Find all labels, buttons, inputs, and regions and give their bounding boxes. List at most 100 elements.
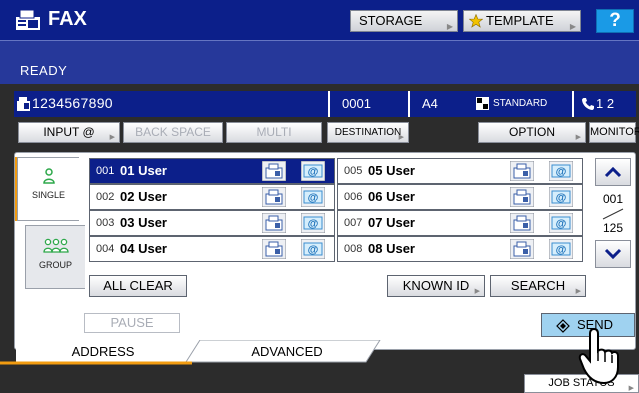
arrow-icon: ▶ <box>575 134 581 141</box>
phone-line-icon <box>582 98 594 110</box>
destination-count: 0001 <box>342 96 371 111</box>
chevron-down-icon <box>604 248 622 260</box>
all-clear-button[interactable]: ALL CLEAR <box>89 275 187 297</box>
arrow-icon: ▶ <box>446 22 453 31</box>
at-sign-icon: @ <box>300 238 326 260</box>
arrow-icon: ▶ <box>109 134 115 141</box>
svg-text:@: @ <box>556 218 567 230</box>
tab-single[interactable]: SINGLE <box>17 157 79 221</box>
backspace-button[interactable]: BACK SPACE <box>123 122 223 143</box>
top-bar: FAX STORAGE ▶ TEMPLATE ▶ ? <box>0 0 639 40</box>
option-label: OPTION <box>508 125 555 139</box>
divider <box>572 91 574 117</box>
user-name: 04 User <box>120 241 167 256</box>
page-total: 125 <box>602 221 624 235</box>
diamond-icon <box>556 319 570 333</box>
arrow-icon: ▶ <box>398 134 404 141</box>
tab-group[interactable]: GROUP <box>25 225 85 289</box>
at-sign-icon: @ <box>548 186 574 208</box>
group-people-icon <box>43 238 69 253</box>
user-entry-008[interactable]: 008 08 User <box>337 236 583 262</box>
divider <box>408 91 410 117</box>
user-entry-007[interactable]: 007 07 User <box>337 210 583 236</box>
arrow-icon: ▶ <box>575 288 581 295</box>
at-sign-icon: @ <box>300 160 326 182</box>
fax-machine-icon <box>261 212 287 234</box>
tab-group-label: GROUP <box>38 260 72 270</box>
tab-advanced[interactable]: ADVANCED <box>208 344 366 359</box>
user-entry-006[interactable]: 006 06 User <box>337 184 583 210</box>
option-button[interactable]: OPTION ▶ <box>478 122 586 143</box>
star-icon <box>469 14 483 28</box>
fax-machine-icon <box>509 160 535 182</box>
destination-label: DESTINATION <box>334 127 402 138</box>
user-name: 07 User <box>368 215 415 230</box>
fax-machine-icon <box>509 186 535 208</box>
status-bar: READY <box>0 40 639 84</box>
user-id: 007 <box>344 217 363 229</box>
fax-machine-icon <box>261 160 287 182</box>
user-id: 006 <box>344 191 363 203</box>
user-entry-002[interactable]: 002 02 User <box>89 184 335 210</box>
user-name: 06 User <box>368 189 415 204</box>
search-button[interactable]: SEARCH ▶ <box>490 275 586 297</box>
at-sign-icon: @ <box>300 186 326 208</box>
search-label: SEARCH <box>510 278 566 293</box>
multi-button[interactable]: MULTI <box>226 122 322 143</box>
fax-machine-icon <box>261 186 287 208</box>
known-id-button[interactable]: KNOWN ID ▶ <box>387 275 485 297</box>
scroll-up-button[interactable] <box>595 158 631 186</box>
user-name: 08 User <box>368 241 415 256</box>
at-sign-icon: @ <box>548 160 574 182</box>
help-button[interactable]: ? <box>596 9 634 33</box>
svg-text:@: @ <box>308 244 319 256</box>
destination-button[interactable]: DESTINATION ▶ <box>327 122 409 143</box>
fax-machine-icon <box>16 9 40 30</box>
fax-screen: FAX STORAGE ▶ TEMPLATE ▶ ? READY 1234567… <box>0 0 639 393</box>
status-text: READY <box>20 63 68 78</box>
user-name: 05 User <box>368 163 415 178</box>
user-entry-003[interactable]: 003 03 User <box>89 210 335 236</box>
fax-machine-icon <box>509 212 535 234</box>
user-entry-005[interactable]: 005 05 User <box>337 158 583 184</box>
monitor-button[interactable]: MONITOR <box>589 122 639 143</box>
storage-button[interactable]: STORAGE ▶ <box>350 10 458 32</box>
resolution-icon <box>476 97 489 110</box>
user-id: 004 <box>96 243 115 255</box>
at-sign-icon: @ <box>300 212 326 234</box>
pause-button[interactable]: PAUSE <box>84 313 180 333</box>
fax-machine-icon <box>509 238 535 260</box>
template-label: TEMPLATE <box>486 13 554 28</box>
user-entry-001[interactable]: 001 01 User <box>89 158 335 184</box>
scroll-down-button[interactable] <box>595 240 631 268</box>
svg-text:@: @ <box>556 192 567 204</box>
fax-machine-icon <box>261 238 287 260</box>
known-id-label: KNOWN ID <box>402 278 470 293</box>
user-name: 02 User <box>120 189 167 204</box>
user-id: 003 <box>96 217 115 229</box>
user-name: 01 User <box>120 163 167 178</box>
svg-text:@: @ <box>308 166 319 178</box>
hand-pointer-icon <box>578 327 619 385</box>
arrow-icon: ▶ <box>569 22 576 31</box>
template-button[interactable]: TEMPLATE ▶ <box>463 10 581 32</box>
storage-label: STORAGE <box>359 13 423 28</box>
page-divider-icon <box>602 208 624 220</box>
at-sign-icon: @ <box>548 212 574 234</box>
arrow-icon: ▶ <box>474 288 480 295</box>
svg-text:@: @ <box>308 192 319 204</box>
user-entry-004[interactable]: 004 04 User <box>89 236 335 262</box>
svg-text:@: @ <box>556 166 567 178</box>
svg-text:@: @ <box>308 218 319 230</box>
input-at-button[interactable]: INPUT @ ▶ <box>18 122 120 143</box>
divider <box>328 91 330 117</box>
paper-size: A4 <box>422 96 438 111</box>
tab-address[interactable]: ADDRESS <box>24 344 182 359</box>
line-indicator: 1 2 <box>596 96 615 111</box>
user-id: 001 <box>96 165 115 177</box>
page-current: 001 <box>602 192 624 206</box>
app-title: FAX <box>48 8 87 30</box>
fax-number: 1234567890 <box>32 95 113 111</box>
svg-text:@: @ <box>556 244 567 256</box>
resolution: STANDARD <box>493 98 548 109</box>
